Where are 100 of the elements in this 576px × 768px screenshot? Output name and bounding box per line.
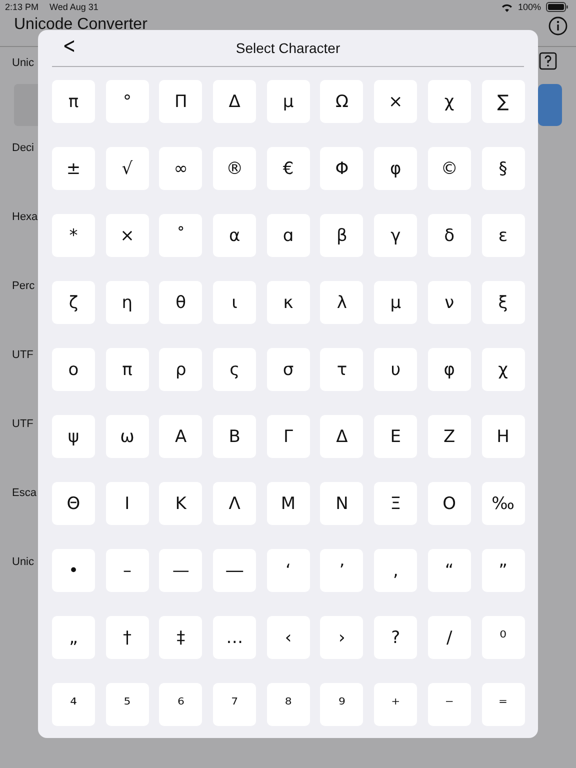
status-date: Wed Aug 31: [50, 2, 98, 12]
character-key[interactable]: σ: [266, 348, 310, 391]
character-key[interactable]: ’: [320, 549, 364, 592]
character-key[interactable]: ψ: [52, 415, 95, 458]
character-key[interactable]: ι: [213, 281, 256, 324]
battery-icon: [546, 2, 568, 12]
character-key[interactable]: ∑: [482, 80, 524, 123]
character-key[interactable]: „: [52, 616, 95, 659]
character-key[interactable]: ±: [52, 147, 95, 190]
character-key[interactable]: Ο: [428, 482, 471, 525]
character-key[interactable]: ›: [320, 616, 364, 659]
character-key[interactable]: ‡: [159, 616, 202, 659]
character-key[interactable]: χ: [428, 80, 471, 123]
character-key[interactable]: ⁶: [159, 683, 202, 726]
character-key[interactable]: °: [106, 80, 149, 123]
character-key[interactable]: ©: [428, 147, 471, 190]
character-key[interactable]: Α: [159, 415, 202, 458]
character-key[interactable]: –: [106, 549, 149, 592]
character-key[interactable]: †: [106, 616, 149, 659]
character-key[interactable]: α: [213, 214, 256, 257]
character-key[interactable]: ⁹: [320, 683, 364, 726]
field-label: Esca: [12, 487, 36, 499]
character-key[interactable]: …: [213, 616, 256, 659]
character-key[interactable]: Ι: [106, 482, 149, 525]
character-key[interactable]: ω: [106, 415, 149, 458]
character-key[interactable]: Ν: [320, 482, 364, 525]
character-key[interactable]: ⁷: [213, 683, 256, 726]
help-icon[interactable]: [539, 52, 557, 70]
character-key[interactable]: ×: [106, 214, 149, 257]
character-key[interactable]: ⁻: [428, 683, 471, 726]
character-key[interactable]: χ: [482, 348, 524, 391]
character-key[interactable]: ‰: [482, 482, 524, 525]
character-key[interactable]: *: [52, 214, 95, 257]
character-key[interactable]: •: [52, 549, 95, 592]
character-key[interactable]: ‘: [266, 549, 310, 592]
character-key[interactable]: ⁺: [374, 683, 418, 726]
character-key[interactable]: Η: [482, 415, 524, 458]
character-key[interactable]: Ω: [320, 80, 364, 123]
character-key[interactable]: ο: [52, 348, 95, 391]
character-key[interactable]: ‹: [266, 616, 310, 659]
character-key[interactable]: Δ: [213, 80, 256, 123]
character-key[interactable]: ―: [213, 549, 256, 592]
character-key[interactable]: ζ: [52, 281, 95, 324]
character-key[interactable]: Ζ: [428, 415, 471, 458]
character-key[interactable]: ε: [482, 214, 524, 257]
character-key[interactable]: ς: [213, 348, 256, 391]
character-key[interactable]: —: [159, 549, 202, 592]
character-key[interactable]: ⁵: [106, 683, 149, 726]
character-key[interactable]: Π: [159, 80, 202, 123]
character-key[interactable]: Ε: [374, 415, 418, 458]
character-key[interactable]: κ: [266, 281, 310, 324]
field-label: Unic: [12, 57, 34, 69]
character-key[interactable]: Δ: [320, 415, 364, 458]
field-label: Hexa: [12, 211, 38, 223]
character-key[interactable]: λ: [320, 281, 364, 324]
character-key[interactable]: √: [106, 147, 149, 190]
character-key[interactable]: “: [428, 549, 471, 592]
character-key[interactable]: ⁼: [482, 683, 524, 726]
character-key[interactable]: ρ: [159, 348, 202, 391]
character-key[interactable]: μ: [374, 281, 418, 324]
character-key[interactable]: ɑ: [266, 214, 310, 257]
character-key[interactable]: ∞: [159, 147, 202, 190]
character-key[interactable]: /: [428, 616, 471, 659]
character-key[interactable]: €: [266, 147, 310, 190]
character-key[interactable]: τ: [320, 348, 364, 391]
character-key[interactable]: ?: [374, 616, 418, 659]
character-key[interactable]: §: [482, 147, 524, 190]
field-label: Perc: [12, 280, 35, 292]
back-button[interactable]: <: [60, 36, 78, 58]
character-key[interactable]: υ: [374, 348, 418, 391]
character-key[interactable]: ”: [482, 549, 524, 592]
character-key[interactable]: ⁴: [52, 683, 95, 726]
character-key[interactable]: β: [320, 214, 364, 257]
character-key[interactable]: ×: [374, 80, 418, 123]
character-key[interactable]: ⁸: [266, 683, 310, 726]
character-key[interactable]: Μ: [266, 482, 310, 525]
character-key[interactable]: ®: [213, 147, 256, 190]
character-key[interactable]: ξ: [482, 281, 524, 324]
character-key[interactable]: φ: [428, 348, 471, 391]
info-icon[interactable]: [548, 16, 568, 36]
character-key[interactable]: Φ: [320, 147, 364, 190]
character-key[interactable]: θ: [159, 281, 202, 324]
character-key[interactable]: δ: [428, 214, 471, 257]
character-key[interactable]: Κ: [159, 482, 202, 525]
character-key[interactable]: Λ: [213, 482, 256, 525]
character-key[interactable]: ‚: [374, 549, 418, 592]
character-key[interactable]: π: [106, 348, 149, 391]
character-key[interactable]: ⁰: [482, 616, 524, 659]
character-key[interactable]: π: [52, 80, 95, 123]
character-key[interactable]: φ: [374, 147, 418, 190]
character-key[interactable]: Ξ: [374, 482, 418, 525]
character-key[interactable]: η: [106, 281, 149, 324]
character-key[interactable]: µ: [266, 80, 310, 123]
character-key[interactable]: Γ: [266, 415, 310, 458]
character-key[interactable]: γ: [374, 214, 418, 257]
character-key[interactable]: Β: [213, 415, 256, 458]
character-key[interactable]: ˚: [159, 214, 202, 257]
character-key[interactable]: Θ: [52, 482, 95, 525]
status-time: 2:13 PM: [5, 2, 39, 12]
character-key[interactable]: ν: [428, 281, 471, 324]
